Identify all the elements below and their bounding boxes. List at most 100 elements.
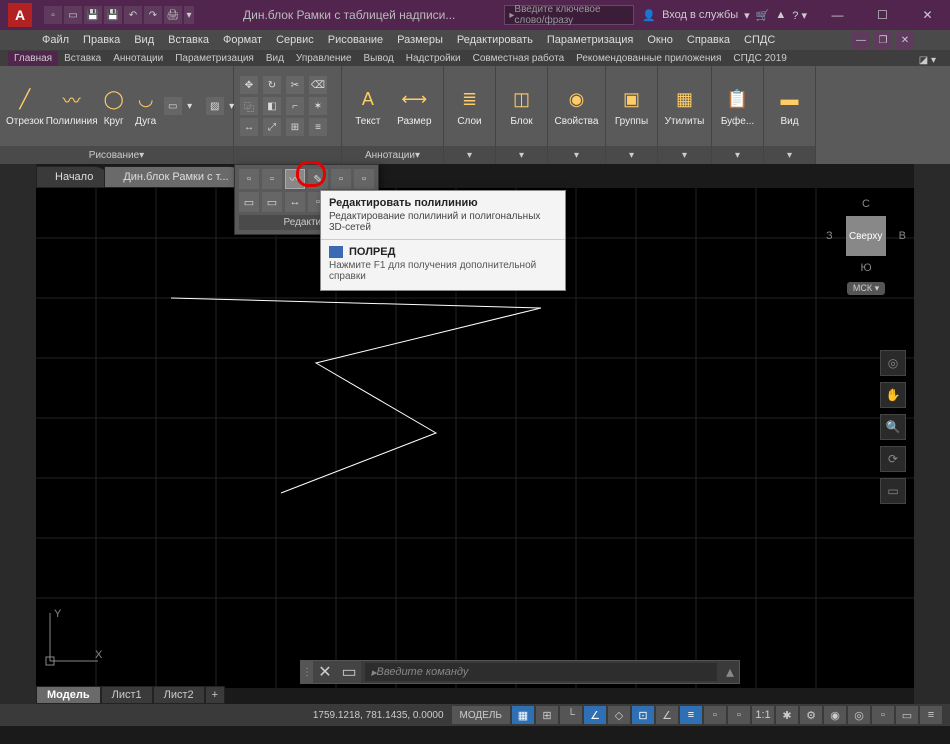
ext-btn-2[interactable]: ▫	[262, 169, 282, 189]
dim-button[interactable]: ⟷Размер	[392, 75, 437, 137]
clipboard-button[interactable]: 📋Буфе...	[718, 75, 757, 137]
hatch-button[interactable]: ▨	[206, 97, 224, 115]
modify-panel-label[interactable]	[234, 146, 341, 164]
ribbon-tab-insert[interactable]: Вставка	[58, 51, 107, 66]
fillet-button[interactable]: ⌐	[286, 97, 304, 115]
layout2-tab[interactable]: Лист2	[153, 686, 205, 704]
nav-show-icon[interactable]: ▭	[880, 478, 906, 504]
app-icon[interactable]	[8, 3, 32, 27]
menu-format[interactable]: Формат	[217, 32, 268, 48]
custom-toggle[interactable]: ≡	[920, 706, 942, 724]
cube-west[interactable]: З	[826, 230, 833, 242]
menu-param[interactable]: Параметризация	[541, 32, 639, 48]
qat-save-icon[interactable]: 💾	[84, 6, 102, 24]
add-layout-tab[interactable]: +	[205, 686, 225, 704]
utils-button[interactable]: ▦Утилиты	[664, 75, 705, 137]
cube-south[interactable]: Ю	[826, 262, 906, 274]
polyline-object[interactable]	[171, 298, 541, 493]
block-drop[interactable]: ▾	[496, 146, 547, 164]
line-button[interactable]: ╱Отрезок	[6, 75, 44, 137]
cycle-toggle[interactable]: ▫	[728, 706, 750, 724]
qat-print-icon[interactable]: 🖨	[164, 6, 182, 24]
close-button[interactable]: ✕	[905, 0, 950, 30]
layers-drop[interactable]: ▾	[444, 146, 495, 164]
menu-view[interactable]: Вид	[128, 32, 160, 48]
search-input[interactable]: ▸ Введите ключевое слово/фразу	[504, 5, 634, 25]
cart-icon[interactable]: 🛒	[756, 9, 770, 22]
qat-saveas-icon[interactable]: 💾	[104, 6, 122, 24]
ribbon-tab-manage[interactable]: Управление	[290, 51, 358, 66]
a360-icon[interactable]: ▲	[775, 9, 786, 21]
menu-modify[interactable]: Редактировать	[451, 32, 539, 48]
mdi-minimize-icon[interactable]: —	[852, 31, 870, 49]
rotate-button[interactable]: ↻	[263, 76, 281, 94]
text-button[interactable]: AТекст	[348, 75, 388, 137]
lwt-toggle[interactable]: ≡	[680, 706, 702, 724]
menu-file[interactable]: Файл	[36, 32, 75, 48]
ext-btn-9[interactable]: ↔	[285, 192, 305, 212]
cube-top[interactable]: Сверху	[846, 216, 886, 256]
nav-zoom-icon[interactable]: 🔍	[880, 414, 906, 440]
maximize-button[interactable]: ☐	[860, 0, 905, 30]
menu-dim[interactable]: Размеры	[391, 32, 449, 48]
ortho-toggle[interactable]: └	[560, 706, 582, 724]
signin-button[interactable]: Вход в службы	[662, 9, 738, 21]
props-button[interactable]: ◉Свойства	[554, 75, 599, 137]
ext-btn-8[interactable]: ▭	[262, 192, 282, 212]
clip-drop[interactable]: ▾	[712, 146, 763, 164]
command-line[interactable]: ⋮ ✕ ▭ ▸ Введите команду ▴	[300, 660, 740, 684]
ann-panel-label[interactable]: Аннотации ▾	[342, 146, 443, 164]
nav-wheel-icon[interactable]: ◎	[880, 350, 906, 376]
qat-more-icon[interactable]: ▾	[184, 6, 194, 24]
qat-undo-icon[interactable]: ↶	[124, 6, 142, 24]
menu-insert[interactable]: Вставка	[162, 32, 215, 48]
copy-button[interactable]: ⿻	[240, 97, 258, 115]
array-button[interactable]: ⊞	[286, 118, 304, 136]
ribbon-collapse-icon[interactable]: ◪ ▾	[919, 55, 942, 66]
ribbon-tab-output[interactable]: Вывод	[358, 51, 400, 66]
clean-toggle[interactable]: ▭	[896, 706, 918, 724]
props-drop[interactable]: ▾	[548, 146, 605, 164]
polar-toggle[interactable]: ∠	[584, 706, 606, 724]
edit-polyline-button[interactable]: 〰	[285, 169, 305, 189]
ribbon-tab-home[interactable]: Главная	[8, 51, 58, 66]
view-cube[interactable]: С З Сверху В Ю МСК ▾	[826, 196, 906, 316]
ribbon-tab-param[interactable]: Параметризация	[169, 51, 260, 66]
doc-tab-file[interactable]: Дин.блок Рамки с т...	[104, 166, 247, 188]
minimize-button[interactable]: —	[815, 0, 860, 30]
ribbon-tab-spds[interactable]: СПДС 2019	[727, 51, 792, 66]
offset-button[interactable]: ≡	[309, 118, 327, 136]
rect-drop-icon[interactable]: ▾	[185, 97, 195, 115]
model-space-button[interactable]: МОДЕЛЬ	[452, 706, 510, 724]
model-tab[interactable]: Модель	[36, 686, 101, 704]
arc-button[interactable]: ◡Дуга	[132, 75, 160, 137]
mdi-close-icon[interactable]: ✕	[896, 31, 914, 49]
ribbon-tab-collab[interactable]: Совместная работа	[467, 51, 571, 66]
menu-help[interactable]: Справка	[681, 32, 736, 48]
view-button[interactable]: ▬Вид	[770, 75, 809, 137]
erase-button[interactable]: ⌫	[309, 76, 327, 94]
ucs-badge[interactable]: МСК ▾	[847, 282, 885, 295]
stretch-button[interactable]: ↔	[240, 118, 258, 136]
mdi-restore-icon[interactable]: ❐	[874, 31, 892, 49]
layers-button[interactable]: ≣Слои	[450, 75, 489, 137]
circle-button[interactable]: ◯Круг	[100, 75, 128, 137]
scale-button[interactable]: ⤢	[263, 118, 281, 136]
groups-drop[interactable]: ▾	[606, 146, 657, 164]
ext-btn-7[interactable]: ▭	[239, 192, 259, 212]
trans-toggle[interactable]: ▫	[704, 706, 726, 724]
ribbon-tab-annotate[interactable]: Аннотации	[107, 51, 169, 66]
cmd-history-icon[interactable]: ▴	[721, 662, 739, 682]
doc-tab-start[interactable]: Начало	[36, 166, 112, 188]
utils-drop[interactable]: ▾	[658, 146, 711, 164]
dropdown-icon[interactable]: ▾	[744, 9, 750, 22]
cmd-handle-icon[interactable]: ⋮	[301, 661, 313, 683]
isolate-toggle[interactable]: ◎	[848, 706, 870, 724]
groups-button[interactable]: ▣Группы	[612, 75, 651, 137]
qat-open-icon[interactable]: ▭	[64, 6, 82, 24]
menu-tools[interactable]: Сервис	[270, 32, 320, 48]
rect-button[interactable]: ▭	[164, 97, 182, 115]
draw-panel-label[interactable]: Рисование ▾	[0, 146, 233, 164]
view-drop[interactable]: ▾	[764, 146, 815, 164]
polyline-button[interactable]: 〰Полилиния	[48, 75, 96, 137]
